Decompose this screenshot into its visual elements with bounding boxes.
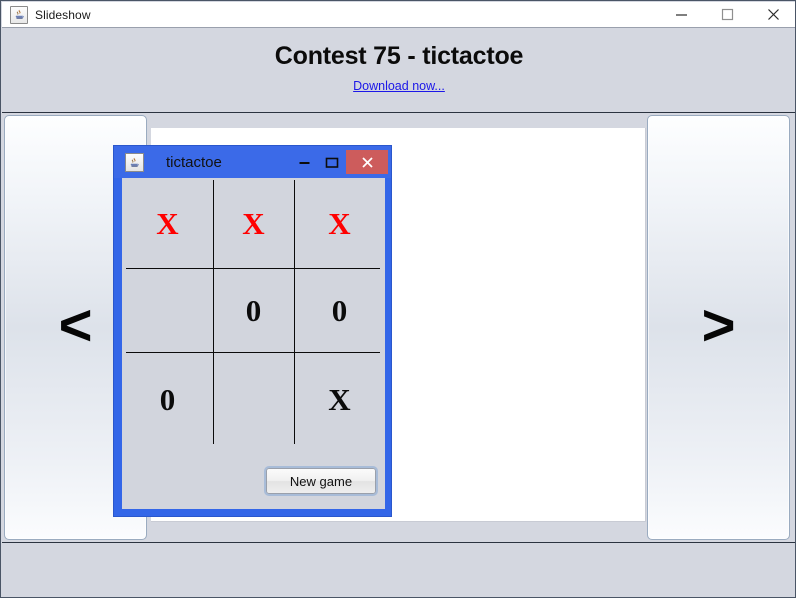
download-now-link[interactable]: Download now... [353, 79, 445, 93]
header-banner: Contest 75 - tictactoe Download now... [2, 28, 795, 113]
cell-mark: 0 [245, 292, 262, 328]
java-coffee-cup-icon [10, 5, 28, 24]
board-cell-6[interactable]: 0 [122, 352, 213, 446]
tictactoe-maximize-icon[interactable] [318, 147, 346, 177]
new-game-button[interactable]: New game [264, 466, 378, 496]
cell-mark: X [242, 205, 265, 241]
tictactoe-window: tictactoe X X X 0 0 0 X New game [113, 145, 392, 517]
board-cell-0[interactable]: X [122, 178, 213, 268]
board-cell-3[interactable] [122, 268, 213, 352]
board-cell-1[interactable]: X [213, 178, 294, 268]
board-cell-7[interactable] [213, 352, 294, 446]
minimize-icon[interactable] [658, 2, 704, 27]
tictactoe-board: X X X 0 0 0 X [122, 178, 385, 446]
cell-mark: 0 [331, 292, 348, 328]
board-cell-5[interactable]: 0 [294, 268, 385, 352]
close-icon[interactable] [750, 2, 795, 27]
tictactoe-titlebar: tictactoe [114, 146, 391, 178]
tictactoe-footer: New game [122, 448, 385, 508]
prev-arrow-icon: < [58, 292, 93, 358]
application-window: Slideshow Contest 75 - tictactoe Downloa… [0, 0, 796, 598]
slideshow-area: < tictactoe X X X 0 0 0 X New game > [2, 114, 795, 541]
bottom-panel [2, 542, 795, 597]
tictactoe-minimize-icon[interactable] [290, 147, 318, 177]
cell-mark: X [328, 381, 351, 417]
java-coffee-cup-icon [125, 152, 144, 172]
slide-content-bottom-strip [151, 522, 646, 540]
next-arrow-icon: > [701, 292, 736, 358]
cell-mark: X [328, 205, 351, 241]
window-titlebar: Slideshow [2, 2, 795, 28]
board-cell-8[interactable]: X [294, 352, 385, 446]
board-cells: X X X 0 0 0 X [122, 178, 385, 446]
page-title: Contest 75 - tictactoe [274, 42, 524, 70]
tictactoe-window-title: tictactoe [166, 153, 222, 171]
tictactoe-window-body: X X X 0 0 0 X New game [122, 178, 385, 509]
tictactoe-close-icon[interactable] [346, 150, 388, 174]
cell-mark: X [156, 205, 179, 241]
board-cell-2[interactable]: X [294, 178, 385, 268]
cell-mark: 0 [159, 381, 176, 417]
maximize-icon[interactable] [704, 2, 750, 27]
board-cell-4[interactable]: 0 [213, 268, 294, 352]
window-title: Slideshow [35, 7, 91, 22]
next-slide-button[interactable]: > [647, 115, 790, 540]
